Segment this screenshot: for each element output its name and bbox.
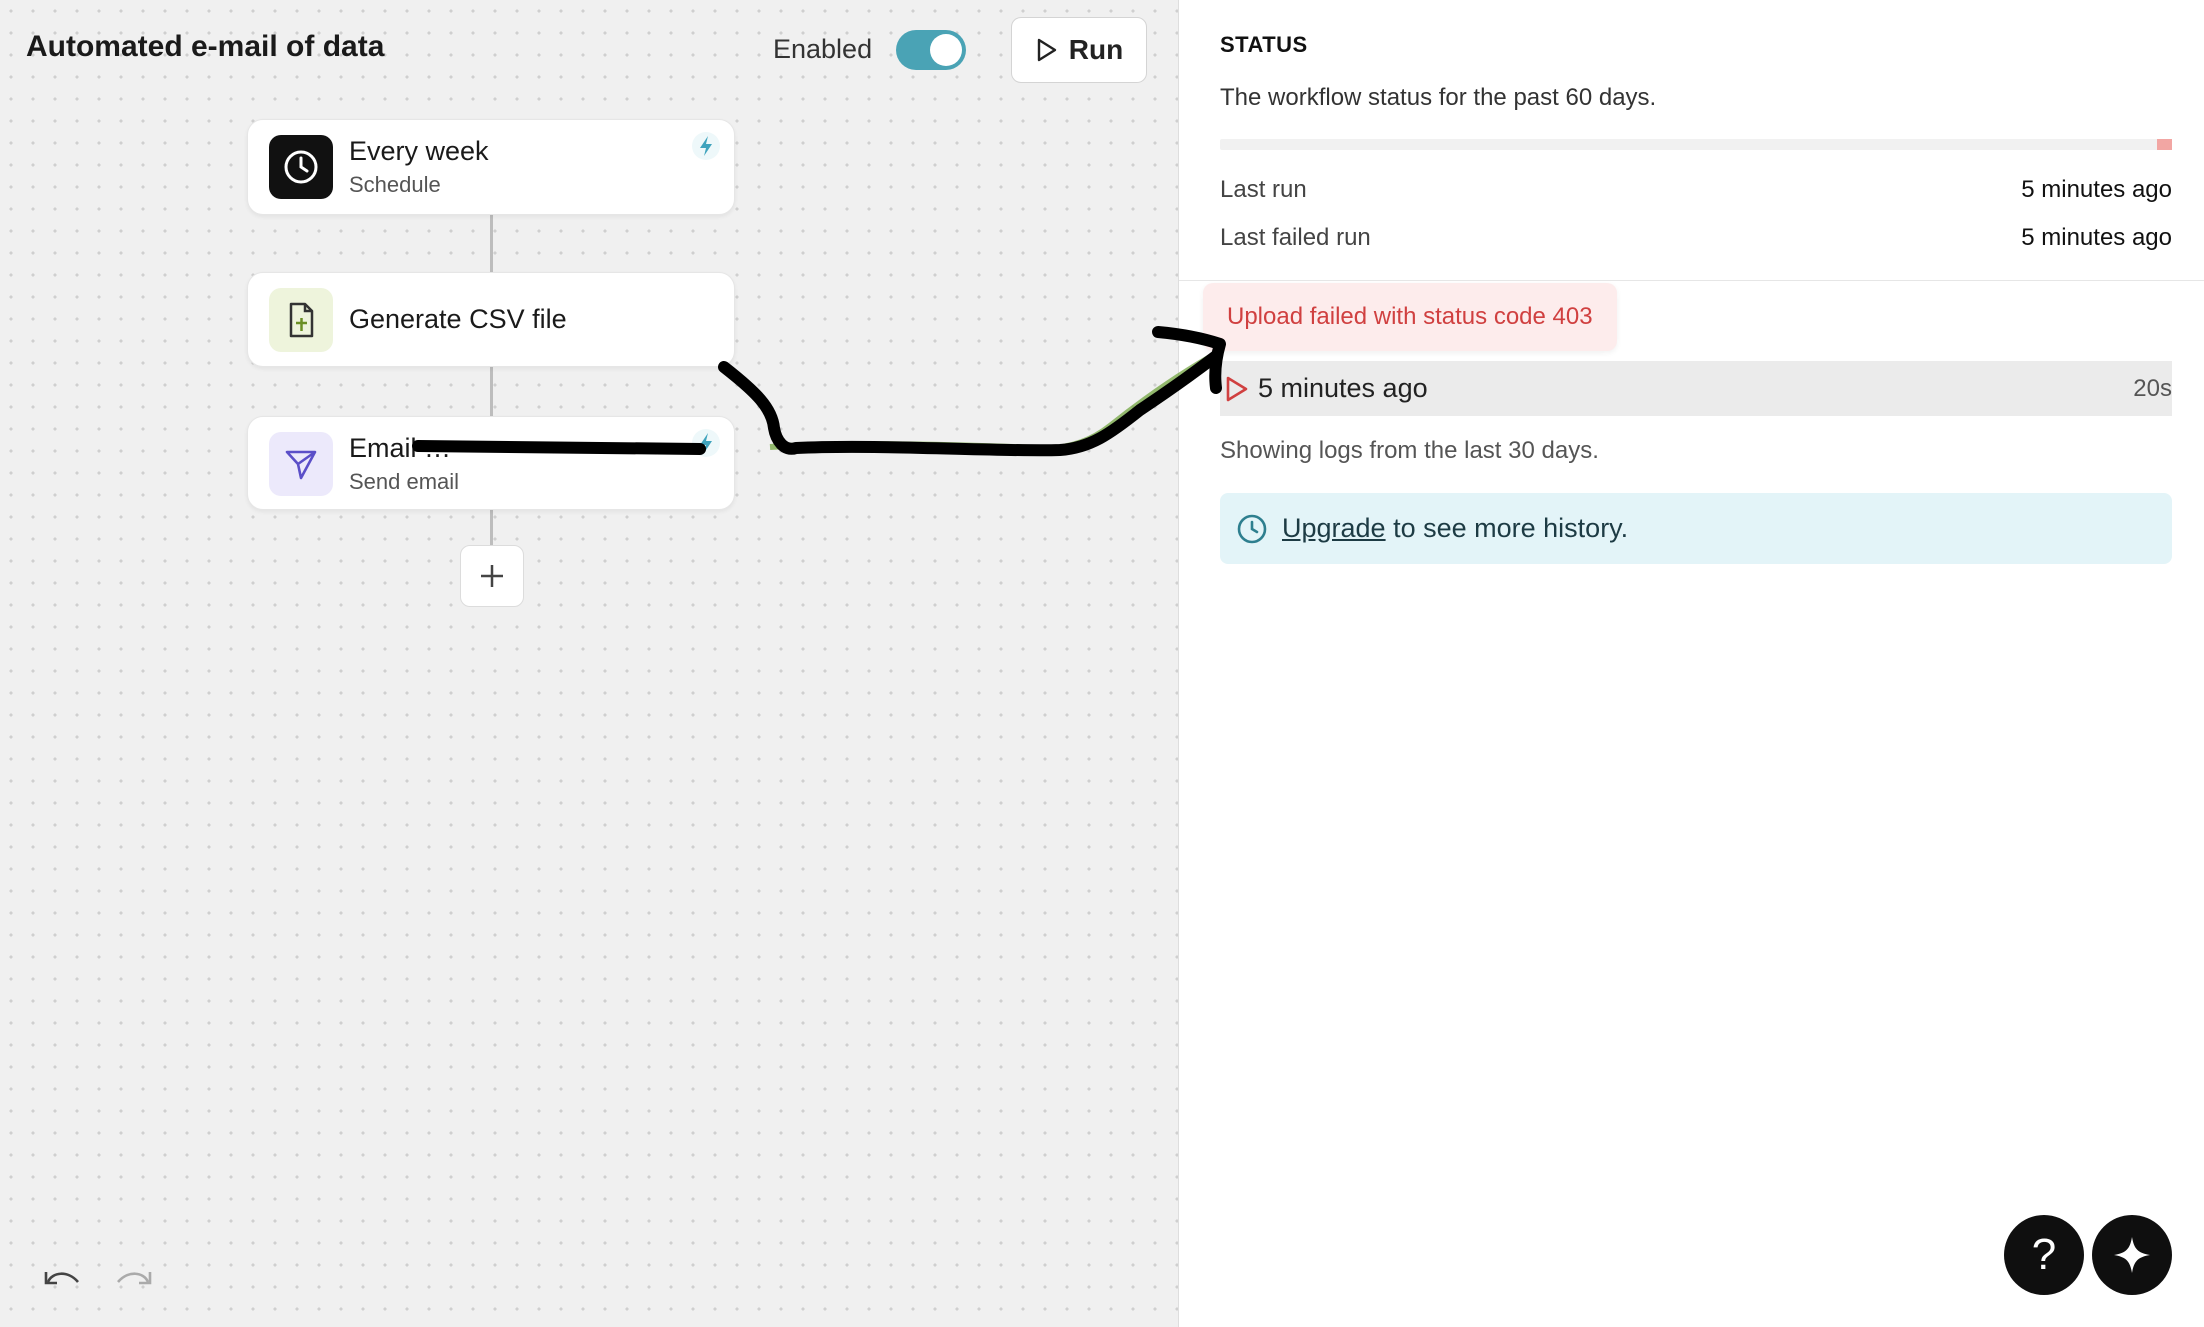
sparkle-icon — [2114, 1237, 2150, 1273]
failed-run-play-icon — [1226, 376, 1248, 401]
run-button[interactable]: Run — [1011, 17, 1147, 83]
workflow-canvas[interactable]: Automated e-mail of data Enabled Run Eve… — [0, 0, 1179, 1327]
upgrade-banner: Upgrade to see more history. — [1220, 493, 2172, 564]
node-generate-csv[interactable]: Generate CSV file — [247, 272, 735, 367]
connector-line — [490, 215, 493, 272]
run-button-label: Run — [1068, 34, 1124, 65]
log-entry[interactable]: 5 minutes ago 20s — [1220, 361, 2172, 416]
node-schedule[interactable]: Every week Schedule — [247, 119, 735, 215]
help-button[interactable]: ? — [2004, 1215, 2084, 1295]
last-failed-run-label: Last failed run — [1220, 224, 1371, 251]
connector-line — [490, 367, 493, 416]
bolt-icon — [692, 132, 720, 160]
log-duration: 20s — [2133, 374, 2172, 402]
undo-icon[interactable] — [42, 1264, 82, 1294]
upgrade-text: to see more history. — [1393, 513, 1629, 543]
status-description: The workflow status for the past 60 days… — [1220, 84, 1657, 111]
workflow-title: Automated e-mail of data — [26, 30, 385, 63]
enabled-label: Enabled — [773, 34, 873, 64]
status-timeline-bar[interactable] — [1220, 139, 2172, 150]
node-title: Every week — [349, 136, 489, 166]
upgrade-link[interactable]: Upgrade — [1282, 513, 1386, 543]
redo-icon — [117, 1272, 152, 1285]
status-panel: STATUS The workflow status for the past … — [1179, 0, 2204, 1327]
plus-icon — [481, 565, 503, 587]
last-failed-run-row: Last failed run 5 minutes ago — [1220, 224, 2172, 252]
ai-assistant-button[interactable] — [2092, 1215, 2172, 1295]
status-heading: STATUS — [1220, 32, 1308, 57]
last-run-row: Last run 5 minutes ago — [1220, 176, 2172, 204]
node-title: Email … — [349, 433, 452, 463]
csv-file-icon — [269, 288, 333, 352]
showing-logs-text: Showing logs from the last 30 days. — [1220, 437, 1599, 464]
connector-line — [490, 510, 493, 545]
log-time: 5 minutes ago — [1258, 373, 1428, 403]
bolt-icon — [692, 429, 720, 457]
last-run-label: Last run — [1220, 176, 1307, 203]
play-icon — [1037, 38, 1056, 62]
node-subtitle: Send email — [349, 469, 460, 494]
add-step-button[interactable] — [460, 545, 524, 607]
send-icon — [269, 432, 333, 496]
clock-icon — [269, 135, 333, 199]
node-subtitle: Schedule — [349, 172, 441, 197]
node-send-email[interactable]: Email … Send email — [247, 416, 735, 510]
last-run-value: 5 minutes ago — [2021, 176, 2172, 203]
node-title: Generate CSV file — [349, 304, 567, 334]
last-failed-run-value: 5 minutes ago — [2021, 224, 2172, 251]
clock-icon — [1237, 514, 1267, 543]
divider — [1179, 280, 2204, 281]
toggle-knob — [930, 34, 962, 66]
error-tooltip: Upload failed with status code 403 — [1203, 283, 1617, 351]
enabled-toggle[interactable] — [896, 30, 966, 70]
failed-run-marker[interactable] — [2157, 139, 2172, 150]
